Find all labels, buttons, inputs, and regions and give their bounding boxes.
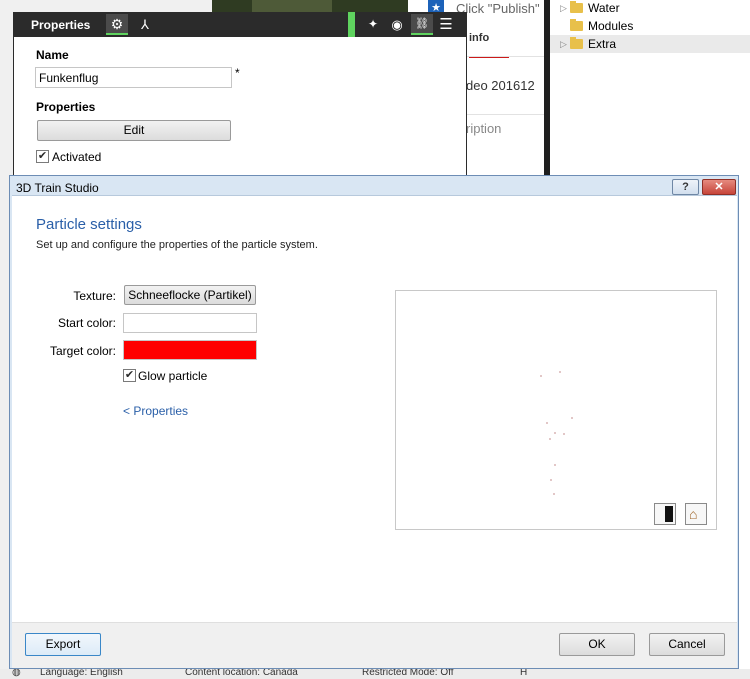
activated-label: Activated	[52, 150, 102, 164]
page-title: Particle settings	[36, 216, 142, 233]
texture-label: Texture:	[73, 289, 116, 303]
tab-info-label: info	[469, 32, 490, 44]
tree-item-extra[interactable]: ▷ Extra	[550, 35, 750, 53]
back-link[interactable]: < Properties	[123, 404, 188, 418]
page-subtitle: Set up and configure the properties of t…	[36, 239, 318, 251]
video-title: deo 201612	[466, 78, 535, 93]
required-mark: *	[235, 66, 240, 80]
tree-item-water[interactable]: ▷ Water	[550, 0, 750, 17]
particle-preview[interactable]: ⌂	[395, 290, 717, 530]
target-color-swatch[interactable]	[123, 340, 257, 360]
gear-icon[interactable]: ⚙	[106, 14, 128, 35]
tree-item-label: Extra	[588, 37, 617, 51]
close-button[interactable]: ✕	[702, 179, 736, 195]
help-circle-icon: ◍	[12, 669, 21, 678]
texture-button[interactable]: Schneeflocke (Partikel)	[124, 285, 256, 305]
glow-particle-checkbox[interactable]: ✔	[123, 369, 136, 382]
start-color-label: Start color:	[57, 316, 116, 330]
activated-checkbox[interactable]: ✔	[36, 150, 49, 163]
help-button[interactable]: ?	[672, 179, 699, 195]
ok-button[interactable]: OK	[559, 633, 635, 656]
panel-title: Properties	[31, 18, 91, 32]
name-label: Name	[36, 48, 69, 62]
pin-icon[interactable]: ✦	[362, 14, 384, 35]
help-link[interactable]: H	[520, 669, 527, 678]
tab-info[interactable]: info	[469, 26, 509, 58]
export-button[interactable]: Export	[25, 633, 101, 656]
video-thumbnail	[212, 0, 408, 12]
bottom-status-strip: ◍ Language: English Content location: Ca…	[0, 669, 750, 679]
tree-item-modules[interactable]: Modules	[550, 17, 750, 35]
properties-header: Properties ⚙ ⅄ ✦ ◉ ⛓ ☰	[14, 12, 466, 37]
name-field[interactable]	[35, 67, 232, 88]
expand-arrow-icon[interactable]: ▷	[560, 35, 567, 53]
menu-icon[interactable]: ☰	[435, 14, 457, 35]
glow-particle-label: Glow particle	[138, 369, 208, 383]
tree-item-label: Modules	[588, 19, 634, 33]
tree-item-label: Water	[588, 1, 620, 15]
language-selector[interactable]: Language: English	[40, 669, 123, 678]
folder-icon	[570, 37, 583, 49]
folder-icon	[570, 19, 583, 31]
home-icon[interactable]: ⌂	[685, 503, 707, 525]
background-toggle-icon[interactable]	[654, 503, 676, 525]
properties-label: Properties	[36, 100, 96, 114]
description-field[interactable]: ription	[466, 121, 501, 136]
target-color-label: Target color:	[49, 344, 116, 358]
cancel-button[interactable]: Cancel	[649, 633, 725, 656]
eye-icon[interactable]: ◉	[386, 14, 408, 35]
edit-button[interactable]: Edit	[37, 120, 231, 141]
node-icon[interactable]: ⅄	[134, 14, 156, 35]
start-color-swatch[interactable]	[123, 313, 257, 333]
window-title: 3D Train Studio	[16, 181, 99, 195]
expand-arrow-icon[interactable]: ▷	[560, 0, 567, 17]
content-location-selector[interactable]: Content location: Canada	[185, 669, 298, 678]
status-indicator	[348, 12, 355, 37]
tree-panel: ▷ Water Modules ▷ Extra	[550, 0, 750, 175]
link-icon[interactable]: ⛓	[411, 14, 433, 35]
restricted-mode-selector[interactable]: Restricted Mode: Off	[362, 669, 454, 678]
folder-icon	[570, 1, 583, 13]
